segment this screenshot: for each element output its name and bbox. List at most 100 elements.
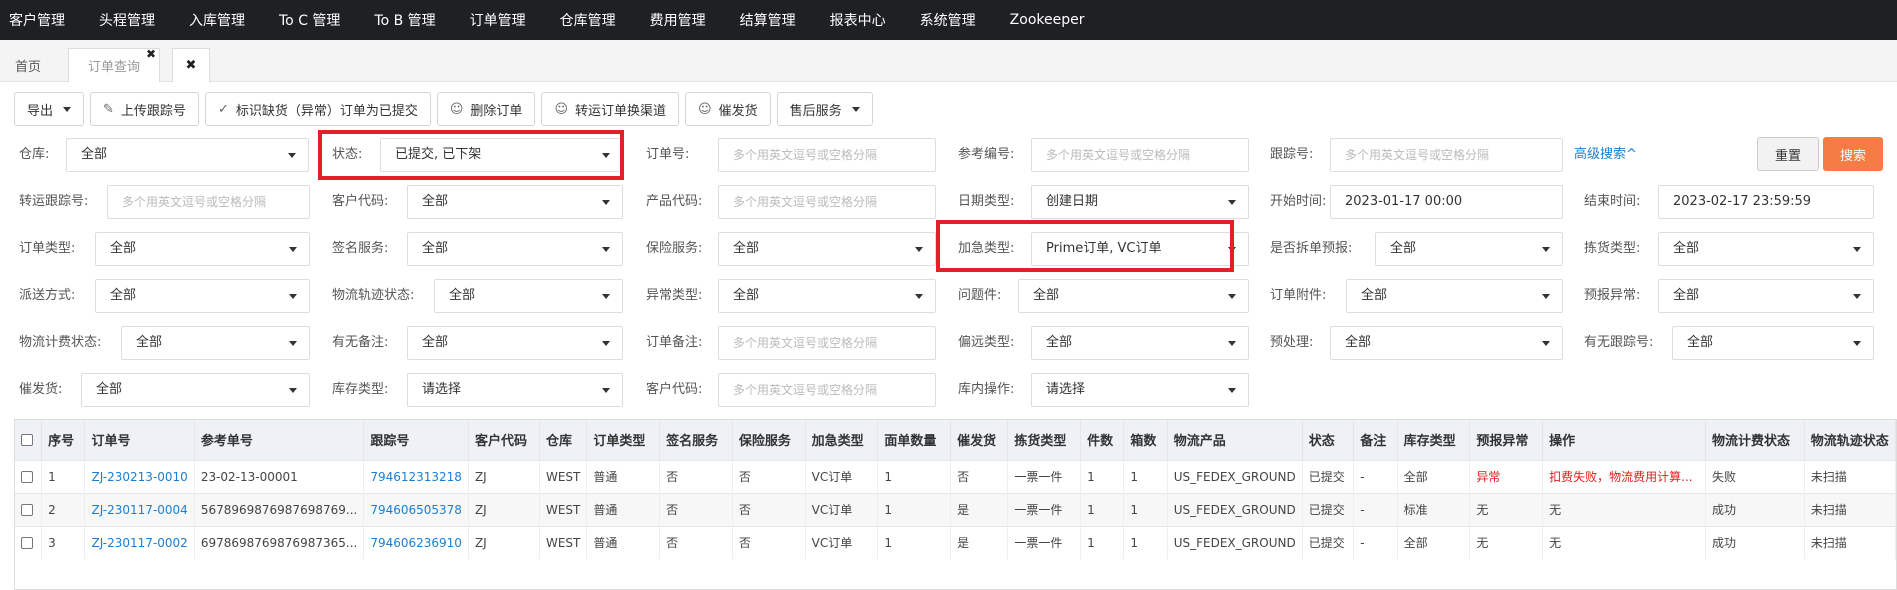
nav-inbound[interactable]: 入库管理: [189, 10, 245, 30]
cell-tracking-no-link[interactable]: 794606236910: [363, 525, 469, 559]
nav-system[interactable]: 系统管理: [920, 10, 976, 30]
has-tracking-label: 有无跟踪号:: [1584, 335, 1654, 350]
nav-fees[interactable]: 费用管理: [650, 10, 706, 30]
table-row[interactable]: 3 ZJ-230117-0002 6978698769876987365... …: [15, 525, 1896, 559]
cell-operation[interactable]: 扣费失败，物流费用计算...: [1542, 459, 1707, 493]
table-row[interactable]: 2 ZJ-230117-0004 5678969876987698769... …: [15, 492, 1896, 526]
cell-remark: -: [1353, 492, 1398, 526]
check-circle-icon: ✓: [217, 101, 229, 117]
cell-operation[interactable]: 无: [1542, 525, 1707, 559]
customer-code2-input[interactable]: 多个用英文逗号或空格分隔: [718, 373, 936, 407]
upload-tracking-label: 上传跟踪号: [120, 103, 186, 119]
tab-home[interactable]: 首页: [0, 48, 56, 82]
signature-select[interactable]: 全部: [407, 232, 623, 266]
transfer-tracking-input[interactable]: 多个用英文逗号或空格分隔: [107, 185, 310, 219]
cell-order-no-link[interactable]: ZJ-230213-0010: [84, 459, 195, 493]
has-tracking-select[interactable]: 全部: [1672, 326, 1874, 360]
close-all-tabs-icon[interactable]: ✖: [172, 48, 210, 82]
export-button[interactable]: 导出: [14, 92, 85, 126]
ref-no-label: 参考编号:: [958, 147, 1015, 162]
nav-customer[interactable]: 客户管理: [9, 10, 65, 30]
order-attachment-select[interactable]: 全部: [1346, 279, 1563, 313]
tab-order-query-label: 订单查询: [87, 60, 140, 75]
urge-shipment-button[interactable]: ☺ 催发货: [685, 92, 771, 126]
ref-no-input[interactable]: 多个用英文逗号或空格分隔: [1031, 138, 1249, 172]
row-select-cell[interactable]: [15, 459, 43, 493]
delivery-method-select[interactable]: 全部: [95, 279, 310, 313]
nav-zookeeper[interactable]: Zookeeper: [1010, 12, 1085, 28]
customer-code-select[interactable]: 全部: [407, 185, 623, 219]
logistics-billing-select[interactable]: 全部: [121, 326, 310, 360]
nav-orders[interactable]: 订单管理: [470, 10, 526, 30]
col-header: 预报异常: [1469, 420, 1544, 460]
after-sales-button[interactable]: 售后服务: [776, 92, 873, 126]
col-header: 跟踪号: [363, 420, 469, 460]
order-type-select[interactable]: 全部: [95, 232, 310, 266]
in-warehouse-op-label: 库内操作:: [958, 382, 1015, 397]
cell-forecast-exception: 异常: [1469, 459, 1544, 493]
nav-settlement[interactable]: 结算管理: [740, 10, 796, 30]
forecast-exception-label: 预报异常:: [1584, 288, 1641, 303]
urge-select[interactable]: 全部: [81, 373, 310, 407]
cell-tracking-no-link[interactable]: 794612313218: [363, 459, 469, 493]
cell-order-no-link[interactable]: ZJ-230117-0004: [84, 492, 195, 526]
date-type-select[interactable]: 创建日期: [1031, 185, 1249, 219]
cell-ref-no: 5678969876987698769...: [194, 492, 365, 526]
problem-item-select[interactable]: 全部: [1018, 279, 1249, 313]
select-all-cell[interactable]: [15, 420, 43, 460]
order-remark-input[interactable]: 多个用英文逗号或空格分隔: [718, 326, 936, 360]
cell-operation[interactable]: 无: [1542, 492, 1707, 526]
mark-submitted-button[interactable]: ✓ 标识缺货（异常）订单为已提交: [204, 92, 431, 126]
col-header: 保险服务: [732, 420, 806, 460]
select-all-checkbox[interactable]: [21, 433, 33, 446]
reset-button[interactable]: 重置: [1757, 137, 1819, 171]
tracking-no-input[interactable]: 多个用英文逗号或空格分隔: [1330, 138, 1563, 172]
product-code-input[interactable]: 多个用英文逗号或空格分隔: [718, 185, 936, 219]
order-no-input[interactable]: 多个用英文逗号或空格分隔: [718, 138, 936, 172]
row-select-cell[interactable]: [15, 492, 43, 526]
search-button[interactable]: 搜索: [1823, 137, 1883, 171]
stock-type-select[interactable]: 请选择: [407, 373, 623, 407]
warehouse-select[interactable]: 全部: [66, 138, 309, 172]
tab-order-query[interactable]: 订单查询 ✖: [68, 47, 160, 82]
forecast-exception-select[interactable]: 全部: [1658, 279, 1874, 313]
in-warehouse-op-select[interactable]: 请选择: [1031, 373, 1249, 407]
order-attachment-label: 订单附件:: [1270, 288, 1327, 303]
preprocess-select[interactable]: 全部: [1330, 326, 1563, 360]
cell-status: 已提交: [1302, 492, 1355, 526]
close-icon[interactable]: ✖: [146, 47, 156, 61]
cell-order-no-link[interactable]: ZJ-230117-0002: [84, 525, 195, 559]
split-forecast-select[interactable]: 全部: [1375, 232, 1563, 266]
col-header: 面单数量: [877, 420, 952, 460]
remote-type-select[interactable]: 全部: [1031, 326, 1249, 360]
row-checkbox[interactable]: [21, 471, 33, 483]
chevron-down-icon: [63, 106, 72, 112]
upload-tracking-button[interactable]: ✎ 上传跟踪号: [90, 92, 199, 126]
row-checkbox[interactable]: [21, 504, 33, 516]
row-select-cell[interactable]: [15, 525, 43, 559]
cell-billing-status: 成功: [1705, 525, 1805, 559]
end-time-input[interactable]: 2023-02-17 23:59:59: [1658, 185, 1874, 219]
cell-tracking-no-link[interactable]: 794606505378: [363, 492, 469, 526]
nav-toc[interactable]: To C 管理: [279, 10, 340, 30]
table-row[interactable]: 1 ZJ-230213-0010 23-02-13-00001 79461231…: [15, 459, 1896, 493]
cell-picking-type: 一票一件: [1007, 525, 1082, 559]
has-remark-select[interactable]: 全部: [407, 326, 623, 360]
insurance-select[interactable]: 全部: [718, 232, 936, 266]
start-time-input[interactable]: 2023-01-17 00:00: [1330, 185, 1563, 219]
nav-reports[interactable]: 报表中心: [830, 10, 886, 30]
nav-warehouse[interactable]: 仓库管理: [560, 10, 616, 30]
cell-warehouse: WEST: [539, 525, 588, 559]
delete-order-button[interactable]: ☺ 删除订单: [436, 92, 536, 126]
row-checkbox[interactable]: [21, 537, 33, 550]
nav-tob[interactable]: To B 管理: [374, 10, 435, 30]
exception-type-select[interactable]: 全部: [718, 279, 936, 313]
transfer-tracking-label: 转运跟踪号:: [19, 194, 89, 209]
transfer-channel-button[interactable]: ☺ 转运订单换渠道: [541, 92, 680, 126]
problem-item-label: 问题件:: [958, 288, 1002, 303]
advanced-search-link[interactable]: 高级搜索^: [1574, 146, 1637, 164]
picking-type-select[interactable]: 全部: [1658, 232, 1874, 266]
logistics-track-select[interactable]: 全部: [434, 279, 623, 313]
cell-pieces: 1: [1080, 492, 1125, 526]
nav-first-leg[interactable]: 头程管理: [99, 10, 155, 30]
